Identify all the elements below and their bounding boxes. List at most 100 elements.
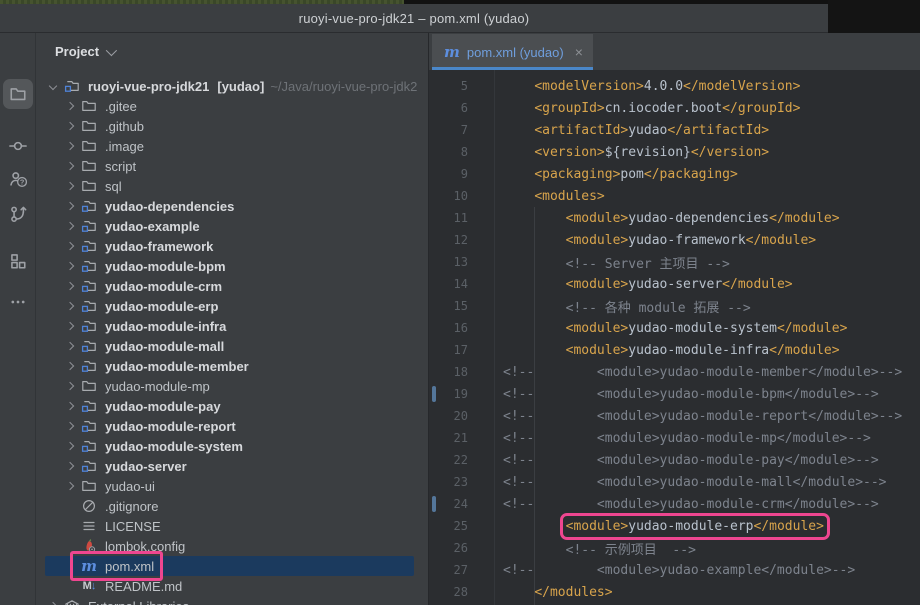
code-line-6[interactable]: 6 <groupId>cn.iocoder.boot</groupId> <box>429 97 920 119</box>
code-line-17[interactable]: 17 <module>yudao-module-infra</module> <box>429 339 920 361</box>
code-line-23[interactable]: 23<!-- <module>yudao-module-mall</module… <box>429 471 920 493</box>
activity-button-commit[interactable] <box>3 131 33 161</box>
tree-item-yudao-module-member[interactable]: yudao-module-member <box>37 356 428 376</box>
tree-item-yudao-module-erp[interactable]: yudao-module-erp <box>37 296 428 316</box>
chevron-down-icon <box>106 44 117 55</box>
code-line-18[interactable]: 18<!-- <module>yudao-module-member</modu… <box>429 361 920 383</box>
line-number: 10 <box>429 189 468 203</box>
tree-item-label: README.md <box>102 579 185 594</box>
code-line-28[interactable]: 28 </modules> <box>429 581 920 603</box>
tree-item-yudao-example[interactable]: yudao-example <box>37 216 428 236</box>
code-line-13[interactable]: 13 <!-- Server 主项目 --> <box>429 251 920 273</box>
chevron-right-icon[interactable] <box>62 138 78 154</box>
tree-item-yudao-module-mall[interactable]: yudao-module-mall <box>37 336 428 356</box>
tree-item-yudao-ui[interactable]: yudao-ui <box>37 476 428 496</box>
chevron-right-icon[interactable] <box>62 178 78 194</box>
code-line-8[interactable]: 8 <version>${revision}</version> <box>429 141 920 163</box>
chevron-right-icon[interactable] <box>62 418 78 434</box>
code-line-19[interactable]: 19<!-- <module>yudao-module-bpm</module>… <box>429 383 920 405</box>
maven-file-icon: m <box>444 45 460 60</box>
chevron-right-icon[interactable] <box>62 438 78 454</box>
tree-item-yudao-module-report[interactable]: yudao-module-report <box>37 416 428 436</box>
tree-item-sql[interactable]: sql <box>37 176 428 196</box>
project-root-icon <box>63 77 81 95</box>
chevron-down-icon[interactable] <box>45 78 61 94</box>
code-line-7[interactable]: 7 <artifactId>yudao</artifactId> <box>429 119 920 141</box>
activity-button-pull-requests[interactable]: ? <box>3 164 33 194</box>
tree-item-lombok-config[interactable]: lombok.config <box>37 536 428 556</box>
code-line-21[interactable]: 21<!-- <module>yudao-module-mp</module>-… <box>429 427 920 449</box>
xml-tag: <modelVersion> <box>534 79 644 94</box>
code-line-24[interactable]: 24<!-- <module>yudao-module-crm</module>… <box>429 493 920 515</box>
activity-button-project-folder[interactable] <box>3 79 33 109</box>
chevron-right-icon[interactable] <box>62 238 78 254</box>
tree-item--github[interactable]: .github <box>37 116 428 136</box>
code-editor[interactable]: 5 <modelVersion>4.0.0</modelVersion>6 <g… <box>429 70 920 605</box>
code-line-15[interactable]: 15 <!-- 各种 module 拓展 --> <box>429 295 920 317</box>
chevron-right-icon[interactable] <box>62 198 78 214</box>
tree-item--image[interactable]: .image <box>37 136 428 156</box>
module-folder-icon <box>80 357 98 375</box>
xml-tag: </groupId> <box>722 101 800 116</box>
chevron-right-icon[interactable] <box>62 378 78 394</box>
chevron-right-icon[interactable] <box>62 118 78 134</box>
tree-item-readme-md[interactable]: M↓README.md <box>37 576 428 596</box>
activity-button-more-tool-windows[interactable] <box>3 287 33 317</box>
chevron-right-icon[interactable] <box>62 298 78 314</box>
line-number: 26 <box>429 541 468 555</box>
code-line-10[interactable]: 10 <modules> <box>429 185 920 207</box>
code-line-26[interactable]: 26 <!-- 示例项目 --> <box>429 537 920 559</box>
chevron-right-icon[interactable] <box>62 318 78 334</box>
code-line-27[interactable]: 27<!-- <module>yudao-example</module>--> <box>429 559 920 581</box>
tab-pom-xml[interactable]: m pom.xml (yudao) × <box>432 34 593 70</box>
tree-item-license[interactable]: LICENSE <box>37 516 428 536</box>
tree-item--gitignore[interactable]: .gitignore <box>37 496 428 516</box>
code-line-22[interactable]: 22<!-- <module>yudao-module-pay</module>… <box>429 449 920 471</box>
xml-comment: <!-- <module>yudao-module-member</module… <box>503 365 902 380</box>
chevron-right-icon[interactable] <box>62 258 78 274</box>
activity-button-structure[interactable] <box>3 246 33 276</box>
tree-item-yudao-module-mp[interactable]: yudao-module-mp <box>37 376 428 396</box>
annotation-highlight-box: <module>yudao-module-erp</module> <box>566 519 824 534</box>
code-line-14[interactable]: 14 <module>yudao-server</module> <box>429 273 920 295</box>
code-line-12[interactable]: 12 <module>yudao-framework</module> <box>429 229 920 251</box>
tree-item-external-libraries[interactable]: External Libraries <box>37 596 428 605</box>
xml-tag: </module> <box>746 233 816 248</box>
chevron-right-icon[interactable] <box>62 278 78 294</box>
chevron-right-icon[interactable] <box>62 158 78 174</box>
xml-text: yudao-framework <box>628 233 745 248</box>
chevron-right-icon[interactable] <box>62 358 78 374</box>
tree-item-yudao-module-pay[interactable]: yudao-module-pay <box>37 396 428 416</box>
activity-button-git-branch[interactable] <box>3 199 33 229</box>
chevron-right-icon[interactable] <box>62 398 78 414</box>
code-line-20[interactable]: 20<!-- <module>yudao-module-report</modu… <box>429 405 920 427</box>
tree-item-script[interactable]: script <box>37 156 428 176</box>
tree-item--gitee[interactable]: .gitee <box>37 96 428 116</box>
chevron-right-icon[interactable] <box>62 458 78 474</box>
chevron-spacer <box>62 578 78 594</box>
chevron-right-icon[interactable] <box>62 478 78 494</box>
chevron-right-icon[interactable] <box>62 218 78 234</box>
tree-item-yudao-module-crm[interactable]: yudao-module-crm <box>37 276 428 296</box>
chevron-right-icon[interactable] <box>62 338 78 354</box>
tree-item-yudao-module-bpm[interactable]: yudao-module-bpm <box>37 256 428 276</box>
code-line-11[interactable]: 11 <module>yudao-dependencies</module> <box>429 207 920 229</box>
tree-item-yudao-server[interactable]: yudao-server <box>37 456 428 476</box>
chevron-right-icon[interactable] <box>62 98 78 114</box>
xml-text <box>503 585 534 600</box>
code-line-5[interactable]: 5 <modelVersion>4.0.0</modelVersion> <box>429 75 920 97</box>
code-line-16[interactable]: 16 <module>yudao-module-system</module> <box>429 317 920 339</box>
chevron-right-icon[interactable] <box>45 598 61 605</box>
tab-close-icon[interactable]: × <box>575 44 583 60</box>
project-panel-header[interactable]: Project <box>37 33 428 70</box>
code-line-25[interactable]: 25 <module>yudao-module-erp</module> <box>429 515 920 537</box>
folder-icon <box>80 117 98 135</box>
tree-item-yudao-framework[interactable]: yudao-framework <box>37 236 428 256</box>
tree-item-ruoyi-vue-pro-jdk21[interactable]: ruoyi-vue-pro-jdk21[yudao]~/Java/ruoyi-v… <box>37 76 428 96</box>
tree-item-yudao-module-infra[interactable]: yudao-module-infra <box>37 316 428 336</box>
tree-item-yudao-dependencies[interactable]: yudao-dependencies <box>37 196 428 216</box>
xml-comment: <!-- Server 主项目 --> <box>566 257 730 272</box>
tree-item-pom-xml[interactable]: mpom.xml <box>37 556 428 576</box>
tree-item-yudao-module-system[interactable]: yudao-module-system <box>37 436 428 456</box>
code-line-9[interactable]: 9 <packaging>pom</packaging> <box>429 163 920 185</box>
